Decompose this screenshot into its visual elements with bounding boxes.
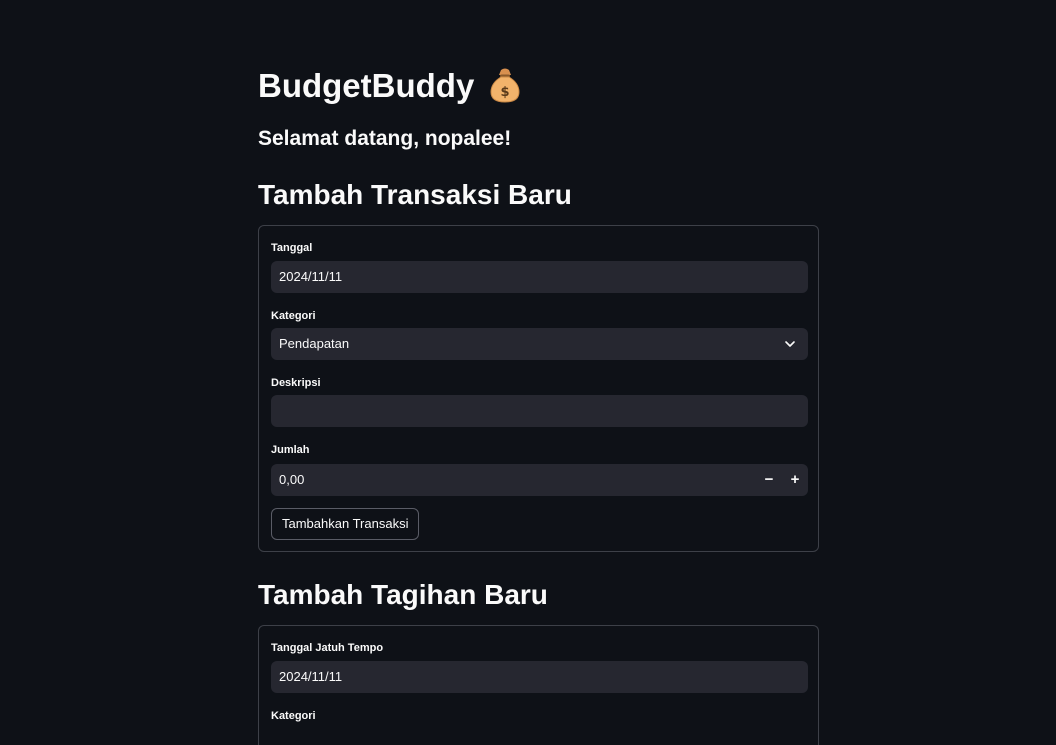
increment-button[interactable]: + — [782, 464, 808, 496]
decrement-button[interactable]: − — [756, 464, 782, 496]
transaction-section-title: Tambah Transaksi Baru — [258, 179, 572, 210]
due-date-input[interactable] — [271, 661, 808, 693]
amount-input[interactable]: 0,00 — [279, 464, 304, 496]
add-transaction-button[interactable]: Tambahkan Transaksi — [271, 508, 420, 540]
category-select[interactable]: Pendapatan — [271, 328, 808, 360]
chevron-down-icon — [785, 341, 795, 347]
app-title-text: BudgetBuddy — [258, 67, 475, 104]
bill-form: Tanggal Jatuh Tempo Kategori — [258, 625, 819, 745]
bill-section-title: Tambah Tagihan Baru — [258, 579, 548, 610]
category-label: Kategori — [271, 310, 316, 322]
app-title: BudgetBuddy $ — [258, 64, 522, 108]
transaction-form: Tanggal Kategori Pendapatan Deskripsi Ju… — [258, 225, 819, 552]
description-label: Deskripsi — [271, 377, 321, 389]
date-label: Tanggal — [271, 242, 313, 254]
welcome-message: Selamat datang, nopalee! — [258, 127, 512, 150]
bill-category-label: Kategori — [271, 710, 316, 722]
description-input[interactable] — [271, 395, 808, 427]
money-bag-icon: $ — [488, 66, 522, 104]
svg-text:$: $ — [501, 85, 510, 100]
category-selected-value: Pendapatan — [279, 336, 350, 351]
amount-label: Jumlah — [271, 444, 310, 456]
due-date-label: Tanggal Jatuh Tempo — [271, 642, 384, 654]
amount-stepper: 0,00 − + — [271, 464, 808, 496]
date-input[interactable] — [271, 261, 808, 293]
